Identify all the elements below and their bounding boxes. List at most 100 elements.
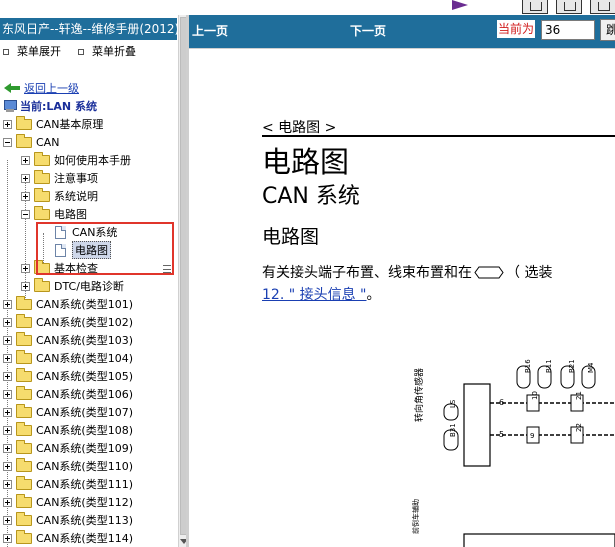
- pin-label: 9: [530, 432, 534, 440]
- expand-toggle-icon[interactable]: [21, 263, 30, 273]
- tree-item-how-to-use[interactable]: 如何使用本手册: [21, 151, 131, 169]
- tree-item-can-type[interactable]: CAN系统(类型103): [3, 331, 133, 349]
- tree-item-label: CAN系统(类型109): [36, 442, 134, 455]
- expand-toggle-icon[interactable]: [21, 173, 30, 183]
- tree-item-label: CAN系统(类型113): [36, 514, 134, 527]
- expand-toggle-icon[interactable]: [3, 479, 12, 489]
- breadcrumb: < 电路图 >: [262, 120, 337, 136]
- tree-item-label: CAN: [36, 135, 60, 149]
- tree-item-can-type[interactable]: CAN系统(类型108): [3, 421, 133, 439]
- next-page-button[interactable]: 下一页: [350, 15, 386, 48]
- tree-item-can-type[interactable]: CAN系统(类型114): [3, 529, 133, 547]
- expand-toggle-icon[interactable]: [21, 155, 30, 165]
- tree-item-label: CAN系统(类型105): [36, 370, 134, 383]
- expand-toggle-icon[interactable]: [3, 389, 12, 399]
- toolbar-button-1[interactable]: [522, 0, 548, 14]
- tree-item-can-type[interactable]: CAN系统(类型109): [3, 439, 133, 457]
- expand-toggle-icon[interactable]: [3, 335, 12, 345]
- expand-toggle-icon[interactable]: [3, 371, 12, 381]
- tree-item-system-description[interactable]: 系统说明: [21, 187, 98, 205]
- tree-item-dtc-diagnosis[interactable]: DTC/电路诊断: [21, 277, 124, 295]
- module-box: [463, 383, 491, 467]
- menu-expand-label: 菜单展开: [17, 45, 61, 58]
- back-link[interactable]: 返回上一级: [4, 79, 79, 97]
- tree-item-label: CAN系统(类型106): [36, 388, 134, 401]
- folder-icon: [16, 115, 32, 130]
- tree-item-can-type[interactable]: CAN系统(类型110): [3, 457, 133, 475]
- module-label: 转向角传感器: [413, 368, 425, 422]
- page-number-label: 当前为: [497, 20, 536, 38]
- highlight-annotation: [36, 222, 174, 275]
- body-text: （ 选装: [506, 265, 553, 281]
- connector-info-link[interactable]: 12. " 接头信息 ": [262, 287, 367, 303]
- expand-toggle-icon[interactable]: [3, 497, 12, 507]
- tree-item-can-type[interactable]: CAN系统(类型106): [3, 385, 133, 403]
- folder-icon: [16, 511, 32, 526]
- body-text: 。: [366, 287, 381, 303]
- tree-item-can-type[interactable]: CAN系统(类型111): [3, 475, 133, 493]
- expand-toggle-icon[interactable]: [3, 425, 12, 435]
- folder-icon: [16, 439, 32, 454]
- tree-item-can-type[interactable]: CAN系统(类型105): [3, 367, 133, 385]
- menu-collapse-label: 菜单折叠: [92, 45, 136, 58]
- tree-item-can-basic[interactable]: CAN基本原理: [3, 115, 103, 133]
- left-panel: 东风日产--轩逸--维修手册(2012) 菜单展开 菜单折叠 返回上一级 当前:…: [0, 15, 189, 547]
- expand-toggle-icon[interactable]: [3, 299, 12, 309]
- expand-toggle-icon[interactable]: [3, 515, 12, 525]
- toolbar-button-2[interactable]: [556, 0, 582, 14]
- current-location: 当前:LAN 系统: [4, 97, 97, 115]
- tree-item-label: CAN系统(类型104): [36, 352, 134, 365]
- manual-title: 东风日产--轩逸--维修手册(2012): [0, 18, 177, 40]
- expand-toggle-icon[interactable]: [3, 317, 12, 327]
- page-number-input[interactable]: [541, 20, 595, 40]
- tree-item-can[interactable]: CAN: [3, 133, 59, 151]
- tree-item-can-type[interactable]: CAN系统(类型107): [3, 403, 133, 421]
- menu-collapse-button[interactable]: 菜单折叠: [78, 41, 136, 63]
- top-strip: [0, 0, 615, 15]
- folder-icon: [16, 421, 32, 436]
- expand-toggle-icon[interactable]: [3, 533, 12, 543]
- connector-tag-label: B16: [524, 359, 532, 373]
- tree-item-precautions[interactable]: 注意事项: [21, 169, 98, 187]
- tree-item-label: CAN系统(类型112): [36, 496, 134, 509]
- wiring-diagram: 转向角传感器 6 5 LS B31 10 9 21 22 B16 B11 B21…: [359, 358, 615, 547]
- folder-icon: [16, 457, 32, 472]
- tree-item-wiring-diagram[interactable]: 电路图: [21, 205, 87, 223]
- connector-hex-icon: [474, 266, 504, 279]
- menu-expand-button[interactable]: 菜单展开: [3, 41, 61, 63]
- expand-toggle-icon[interactable]: [3, 443, 12, 453]
- folder-icon: [16, 349, 32, 364]
- expand-toggle-icon[interactable]: [21, 191, 30, 201]
- wiring-diagram-svg: 转向角传感器 6 5 LS B31 10 9 21 22 B16 B11 B21…: [359, 359, 615, 547]
- tree-item-can-type[interactable]: CAN系统(类型104): [3, 349, 133, 367]
- module-box: [463, 533, 615, 547]
- tree-item-can-type[interactable]: CAN系统(类型101): [3, 295, 133, 313]
- body-text: 有关接头端子布置、线束布置和在: [262, 265, 472, 281]
- pin-label: 10: [531, 391, 539, 400]
- expand-icon: [3, 49, 9, 55]
- tree-item-label: CAN系统(类型111): [36, 478, 134, 491]
- tree-item-label: DTC/电路诊断: [54, 280, 124, 293]
- pin-label: 22: [575, 423, 583, 432]
- tree-item-can-type[interactable]: CAN系统(类型113): [3, 511, 133, 529]
- expand-toggle-icon[interactable]: [3, 353, 12, 363]
- folder-icon: [16, 331, 32, 346]
- folder-icon: [16, 295, 32, 310]
- document-view: < 电路图 > 电路图 CAN 系统 电路图 有关接头端子布置、线束布置和在 （ …: [189, 48, 615, 547]
- go-to-page-button[interactable]: 跳: [600, 19, 615, 41]
- tree-item-can-type[interactable]: CAN系统(类型102): [3, 313, 133, 331]
- tree-item-label: CAN系统(类型110): [36, 460, 134, 473]
- expand-toggle-icon[interactable]: [21, 281, 30, 291]
- collapse-toggle-icon[interactable]: [21, 209, 30, 219]
- tree-item-label: CAN系统(类型101): [36, 298, 134, 311]
- connector-tag-label: B11: [545, 359, 553, 373]
- tree-item-label: 注意事项: [54, 172, 98, 185]
- toolbar-button-3[interactable]: [590, 0, 615, 14]
- tree-item-can-type[interactable]: CAN系统(类型112): [3, 493, 133, 511]
- collapse-toggle-icon[interactable]: [3, 137, 12, 147]
- expand-toggle-icon[interactable]: [3, 407, 12, 417]
- flag-icon: [452, 0, 468, 10]
- expand-toggle-icon[interactable]: [3, 119, 12, 129]
- prev-page-button[interactable]: 上一页: [192, 15, 228, 48]
- expand-toggle-icon[interactable]: [3, 461, 12, 471]
